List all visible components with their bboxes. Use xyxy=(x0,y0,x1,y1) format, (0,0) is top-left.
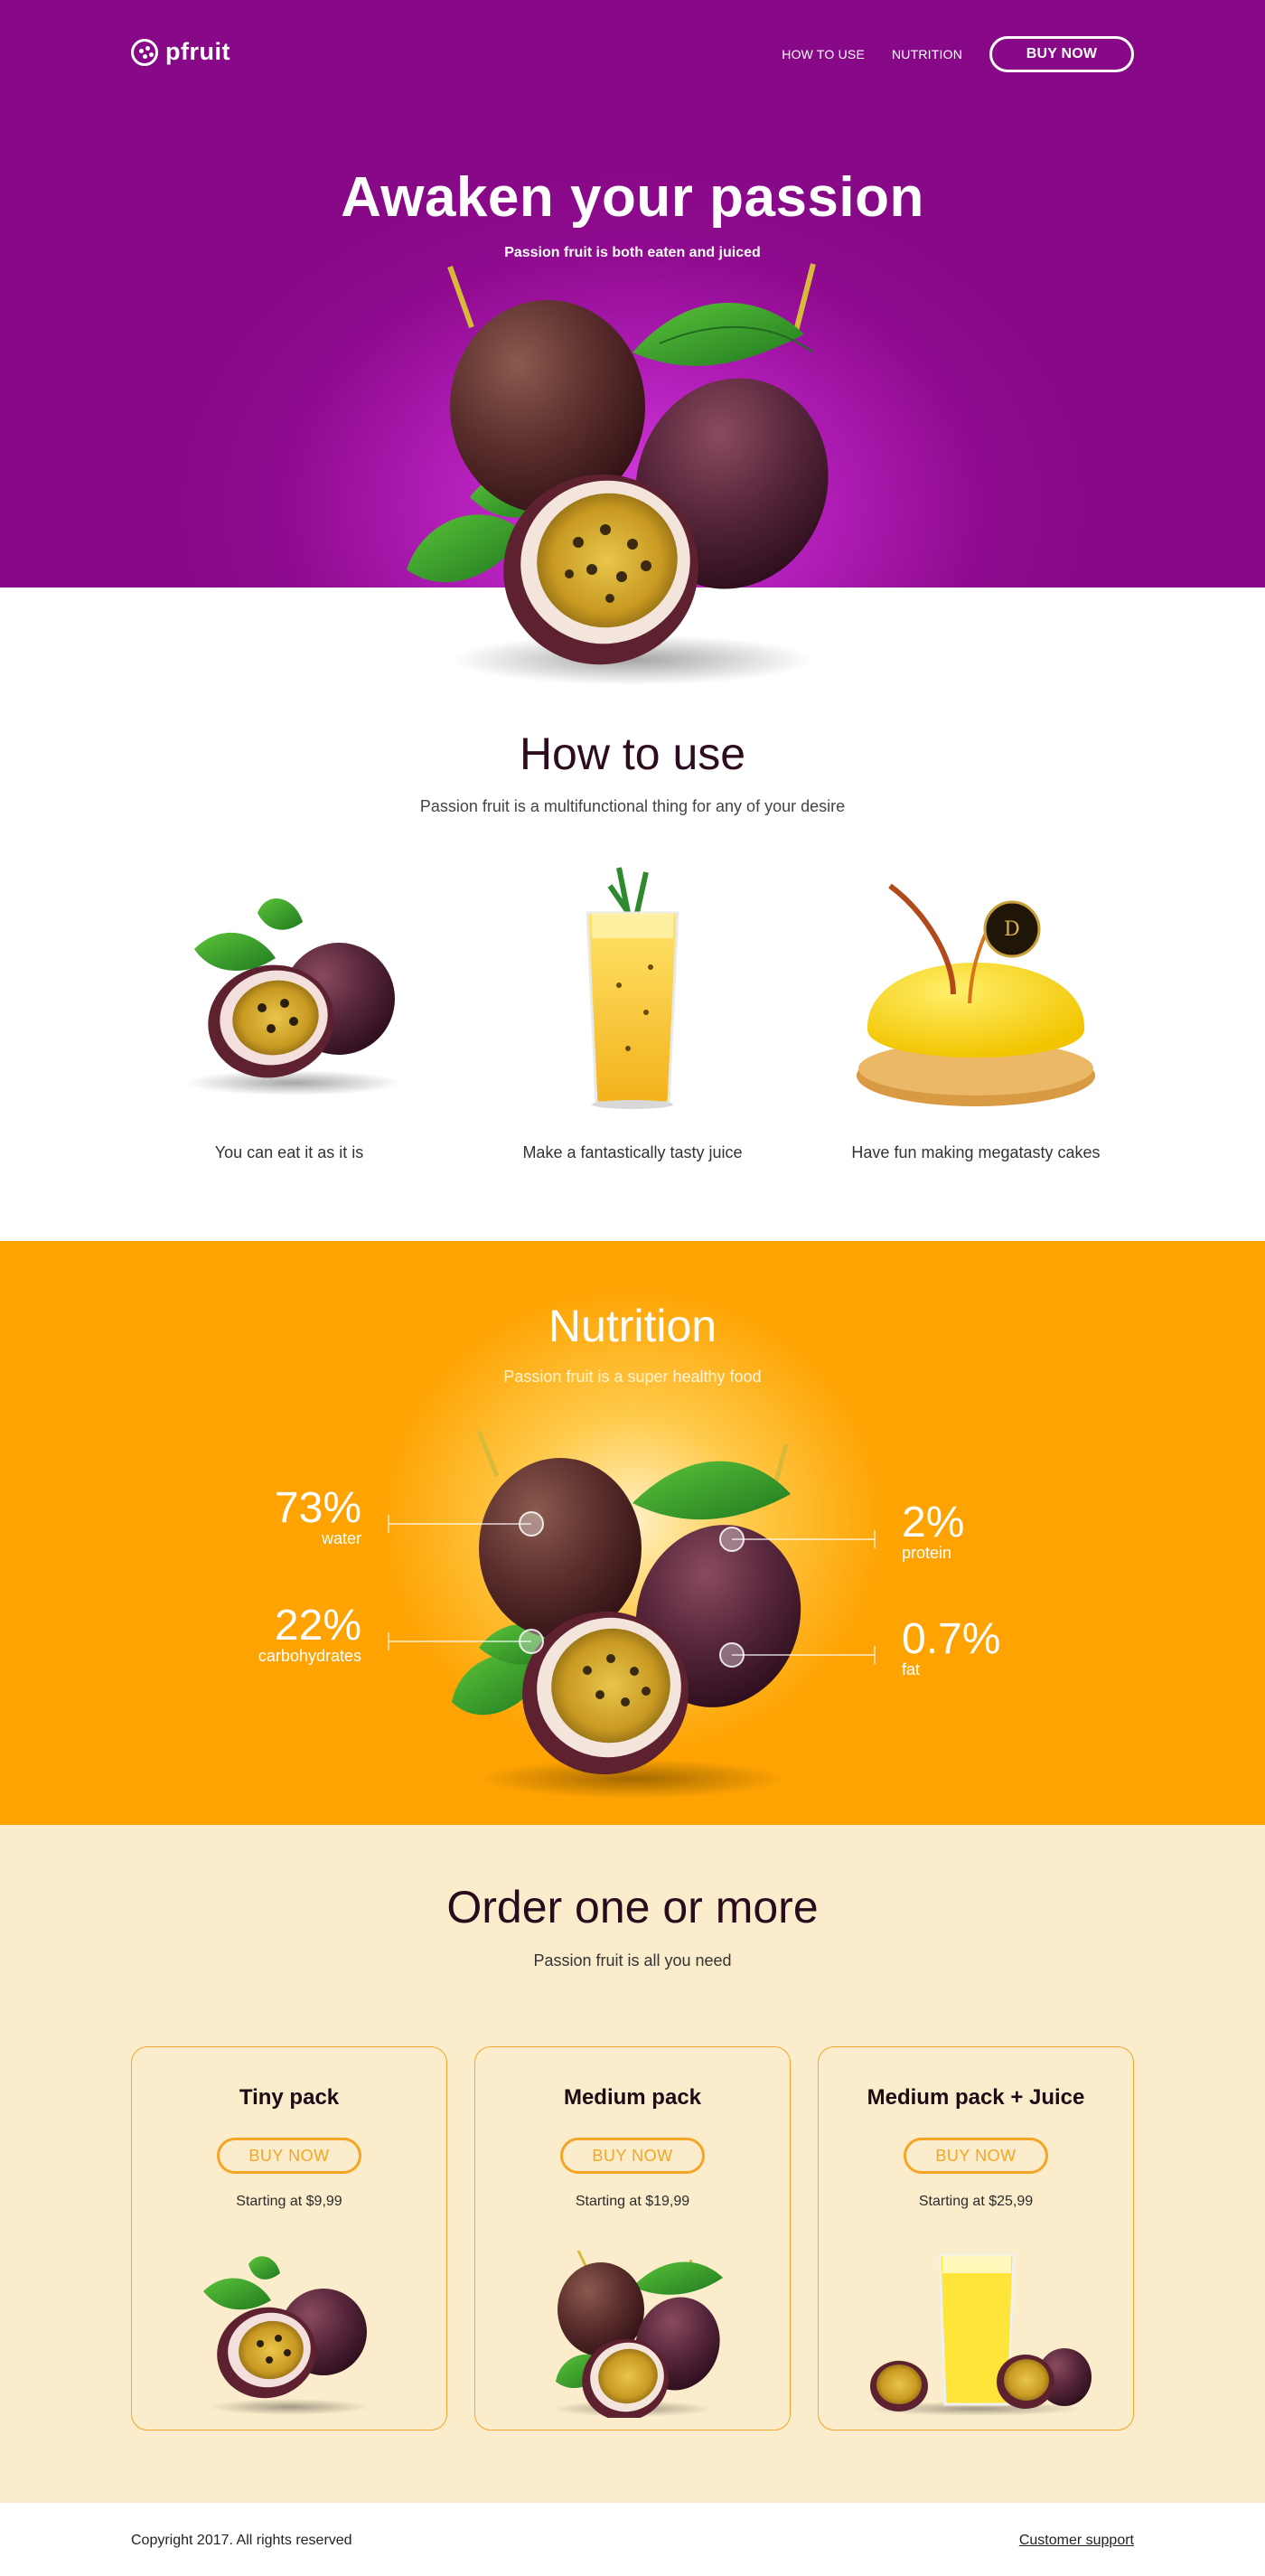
use-card-eat: You can eat it as it is xyxy=(136,859,443,1175)
juice-pack-icon xyxy=(867,2253,1092,2416)
use-card-cakes: D Have fun making megatasty cakes xyxy=(822,859,1129,1175)
stat-water-value: 73% xyxy=(274,1484,361,1532)
stat-fat-value: 0.7% xyxy=(902,1615,1001,1663)
top-navigation: pfruit HOW TO USE NUTRITION BUY NOW xyxy=(131,36,1134,72)
order-section: Order one or more Passion fruit is all y… xyxy=(0,1825,1265,2503)
use-caption-cakes: Have fun making megatasty cakes xyxy=(851,1143,1101,1161)
pack-card-medium: Medium pack BUY NOW Starting at $19,99 xyxy=(474,2046,791,2430)
nutrition-section: Nutrition Passion fruit is a super healt… xyxy=(0,1241,1265,1825)
juice-glass-icon xyxy=(586,867,679,1109)
passion-fruit-halves-icon xyxy=(185,898,402,1095)
stat-protein: 2% protein xyxy=(902,1499,965,1562)
svg-text:D: D xyxy=(1004,918,1020,941)
main-nav: HOW TO USE NUTRITION BUY NOW xyxy=(782,36,1134,72)
stat-water-label: water xyxy=(321,1529,361,1547)
nutrition-pointer-lines xyxy=(388,1511,876,1668)
stat-carbohydrates-value: 22% xyxy=(274,1602,361,1650)
nav-nutrition[interactable]: NUTRITION xyxy=(892,47,962,61)
order-title: Order one or more xyxy=(446,1882,819,1932)
copyright-text: Copyright 2017. All rights reserved xyxy=(131,2533,352,2548)
medium-pack-fruit-icon xyxy=(551,2250,723,2418)
use-caption-juice: Make a fantastically tasty juice xyxy=(522,1143,743,1161)
pack-name: Medium pack xyxy=(563,2085,702,2110)
use-caption-eat: You can eat it as it is xyxy=(214,1143,364,1161)
buy-medium-pack-button[interactable]: BUY NOW xyxy=(560,2138,705,2174)
logo-text: pfruit xyxy=(165,38,230,65)
buy-tiny-pack-button[interactable]: BUY NOW xyxy=(217,2138,361,2174)
stat-carbohydrates: 22% carbohydrates xyxy=(258,1602,361,1665)
fat-marker-icon xyxy=(719,1642,745,1668)
pack-card-medium-juice: Medium pack + Juice BUY NOW Starting at … xyxy=(818,2046,1134,2430)
protein-marker-icon xyxy=(719,1527,745,1552)
water-marker-icon xyxy=(519,1511,544,1537)
use-card-juice: Make a fantastically tasty juice xyxy=(479,859,786,1175)
stat-water: 73% water xyxy=(275,1487,361,1547)
pack-name: Medium pack + Juice xyxy=(867,2085,1085,2110)
pack-name: Tiny pack xyxy=(239,2085,340,2110)
buy-medium-juice-pack-button[interactable]: BUY NOW xyxy=(904,2138,1048,2174)
stat-protein-label: protein xyxy=(902,1544,952,1562)
carbohydrates-marker-icon xyxy=(519,1629,544,1654)
pack-card-tiny: Tiny pack BUY NOW Starting at $9,99 xyxy=(131,2046,447,2430)
footer: Copyright 2017. All rights reserved Cust… xyxy=(0,2503,1265,2576)
how-to-use-subtitle: Passion fruit is a multifunctional thing… xyxy=(419,797,846,815)
how-to-use-title: How to use xyxy=(519,729,746,779)
hero-title: Awaken your passion xyxy=(341,166,924,229)
header-buy-now-button[interactable]: BUY NOW xyxy=(989,36,1134,72)
tiny-pack-fruit-icon xyxy=(203,2256,370,2415)
landing-page: pfruit HOW TO USE NUTRITION BUY NOW Awak… xyxy=(0,0,1265,2576)
logo[interactable]: pfruit xyxy=(131,38,230,66)
yellow-cake-icon: D xyxy=(857,883,1095,1106)
stat-protein-value: 2% xyxy=(902,1499,965,1547)
customer-support-link[interactable]: Customer support xyxy=(1019,2533,1134,2549)
stat-fat-label: fat xyxy=(902,1660,921,1678)
fruit-logo-icon xyxy=(131,38,158,66)
passion-fruit-hero-image xyxy=(407,263,829,685)
hero-subtitle: Passion fruit is both eaten and juiced xyxy=(504,245,761,260)
stat-carbohydrates-label: carbohydrates xyxy=(258,1647,361,1665)
pack-price: Starting at $25,99 xyxy=(918,2194,1034,2209)
pack-price: Starting at $9,99 xyxy=(236,2194,342,2209)
nav-how-to-use[interactable]: HOW TO USE xyxy=(782,47,865,61)
pack-price: Starting at $19,99 xyxy=(575,2194,690,2209)
stat-fat: 0.7% fat xyxy=(902,1618,1000,1678)
order-subtitle: Passion fruit is all you need xyxy=(533,1951,732,1970)
